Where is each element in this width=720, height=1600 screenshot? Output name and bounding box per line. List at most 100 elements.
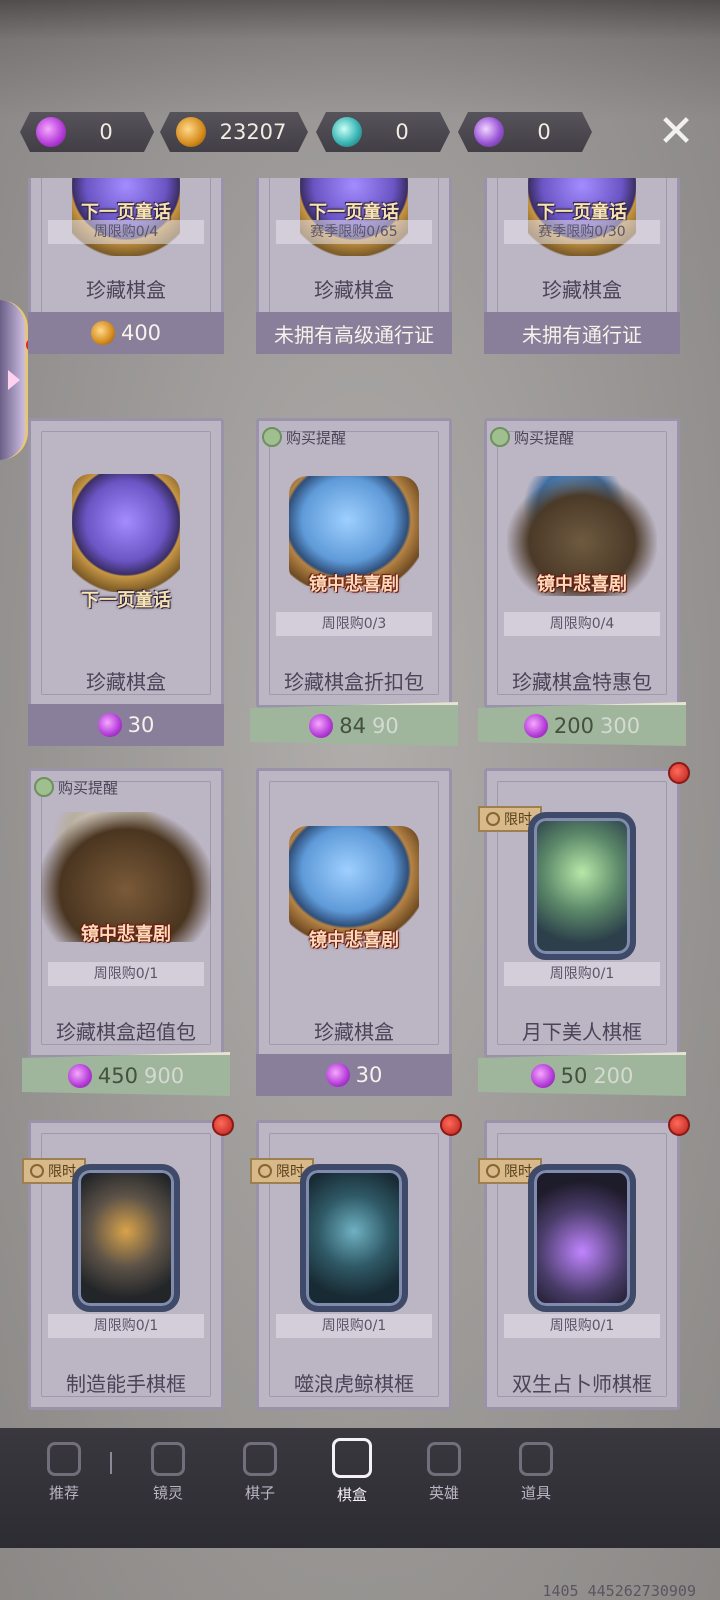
price-button[interactable]: 450 900	[22, 1052, 230, 1096]
shop-item-card[interactable]: 购买提醒 镜中悲喜剧 周限购0/1 珍藏棋盒超值包 450 900	[28, 768, 224, 1098]
teal-orb-icon	[332, 117, 362, 147]
price-discounted: 50	[560, 1063, 588, 1088]
tab-label: 棋子	[244, 1484, 275, 1502]
currency-bar: 0 23207 0 0	[20, 112, 700, 156]
candy-icon	[97, 713, 122, 737]
mask-chest-image	[289, 826, 419, 936]
tab-recommend[interactable]: 推荐	[18, 1442, 110, 1503]
shop-item-card[interactable]: 下一页童话 赛季限购0/65 珍藏棋盒 未拥有高级通行证	[256, 178, 452, 388]
item-title: 珍藏棋盒特惠包	[512, 670, 652, 694]
clock-icon	[30, 1164, 44, 1178]
purchase-limit: 周限购0/1	[504, 1314, 660, 1338]
reminder-label: 购买提醒	[514, 428, 575, 447]
purchase-limit: 周限购0/1	[504, 962, 660, 986]
price-button[interactable]: 未拥有高级通行证	[256, 312, 452, 354]
currency-value: 0	[99, 120, 113, 144]
art-caption: 下一页童话	[81, 590, 171, 611]
clock-icon	[486, 1164, 500, 1178]
currency-pumpkin[interactable]: 23207	[160, 112, 308, 152]
pumpkin-coin-icon	[90, 321, 115, 345]
price-button[interactable]: 未拥有通行证	[484, 312, 680, 354]
purple-orb-icon	[474, 117, 504, 147]
price-text: 未拥有通行证	[522, 322, 642, 347]
purchase-limit: 赛季限购0/65	[276, 220, 432, 244]
shop-item-card[interactable]: 下一页童话 珍藏棋盒 30	[28, 418, 224, 748]
shop-item-card[interactable]: 镜中悲喜剧 珍藏棋盒 30	[256, 768, 452, 1098]
currency-teal-orb[interactable]: 0	[316, 112, 450, 152]
price-value: 400	[120, 321, 162, 345]
hero-icon	[427, 1442, 461, 1476]
shop-item-card[interactable]: 限时 周限购0/1 双生占卜师棋框	[478, 1114, 690, 1420]
tab-label: 英雄	[428, 1484, 459, 1502]
price-button[interactable]: 30	[256, 1054, 452, 1096]
shop-item-card[interactable]: 购买提醒 镜中悲喜剧 周限购0/3 珍藏棋盒折扣包 84 90	[256, 418, 452, 748]
purchase-limit: 周限购0/1	[276, 1314, 432, 1338]
tab-pieces[interactable]: 棋子	[214, 1442, 306, 1503]
chess-box-icon	[332, 1438, 372, 1478]
price-value: 30	[127, 713, 155, 737]
price-button[interactable]: 30	[28, 704, 224, 746]
candy-icon	[524, 714, 548, 738]
purchase-limit: 周限购0/1	[48, 962, 204, 986]
bottom-nav: 推荐 镜灵 棋子 棋盒 英雄 道具	[0, 1428, 720, 1548]
price-button[interactable]: 84 90	[250, 702, 458, 746]
price-discounted: 450	[97, 1063, 138, 1088]
shop-item-card[interactable]: 下一页童话 周限购0/4 珍藏棋盒 400	[28, 178, 224, 388]
clock-icon	[258, 1164, 272, 1178]
shop-grid: 下一页童话 周限购0/4 珍藏棋盒 400 下一页童话 赛季限购0/65 珍藏棋…	[0, 178, 720, 1428]
currency-candy[interactable]: 0	[20, 112, 154, 152]
currency-value: 0	[395, 120, 409, 144]
robot-portrait-frame-image	[72, 1164, 180, 1312]
purchase-limit: 周限购0/1	[48, 1314, 204, 1338]
new-badge-dot	[212, 1114, 234, 1136]
elf-portrait-frame-image	[528, 812, 636, 960]
tab-mirror-spirit[interactable]: 镜灵	[122, 1442, 214, 1503]
new-badge-dot	[440, 1114, 462, 1136]
tab-label: 推荐	[48, 1484, 79, 1502]
price-original: 300	[600, 713, 641, 738]
purchase-limit: 周限购0/4	[48, 220, 204, 244]
reminder-toggle-icon	[262, 427, 282, 447]
art-caption: 镜中悲喜剧	[81, 924, 171, 945]
shop-item-card[interactable]: 限时 周限购0/1 月下美人棋框 50 200	[478, 762, 690, 1098]
twins-portrait-frame-image	[528, 1164, 636, 1312]
shop-item-card[interactable]: 下一页童话 赛季限购0/30 珍藏棋盒 未拥有通行证	[484, 178, 680, 388]
price-button[interactable]: 50 200	[478, 1052, 686, 1096]
price-discounted: 200	[553, 713, 594, 738]
currency-value: 0	[537, 120, 551, 144]
close-icon[interactable]: ✕	[656, 110, 696, 154]
item-title: 噬浪虎鲸棋框	[294, 1372, 414, 1396]
footer-code: 1405 445262730909	[542, 1582, 696, 1600]
item-title: 制造能手棋框	[66, 1372, 186, 1396]
item-title: 珍藏棋盒	[314, 278, 394, 302]
clock-icon	[486, 812, 500, 826]
price-button[interactable]: 400	[28, 312, 224, 354]
shop-item-card[interactable]: 限时 周限购0/1 制造能手棋框	[22, 1114, 234, 1420]
reminder-label: 购买提醒	[58, 778, 119, 797]
art-caption: 镜中悲喜剧	[309, 930, 399, 951]
currency-value: 23207	[219, 120, 287, 144]
candy-icon	[68, 1064, 92, 1088]
tab-chess-box[interactable]: 棋盒	[306, 1438, 398, 1505]
shop-item-card[interactable]: 限时 周限购0/1 噬浪虎鲸棋框	[250, 1114, 462, 1420]
candy-icon	[325, 1063, 350, 1087]
art-caption: 镜中悲喜剧	[537, 574, 627, 595]
reminder-toggle-icon	[34, 777, 54, 797]
recommend-icon	[47, 1442, 81, 1476]
art-caption: 镜中悲喜剧	[309, 574, 399, 595]
purchase-reminder[interactable]: 购买提醒	[34, 774, 118, 800]
item-title: 珍藏棋盒	[86, 670, 166, 694]
items-icon	[519, 1442, 553, 1476]
tab-items[interactable]: 道具	[490, 1442, 582, 1503]
price-button[interactable]: 200 300	[478, 702, 686, 746]
nav-divider	[110, 1452, 112, 1474]
purchase-reminder[interactable]: 购买提醒	[490, 424, 574, 450]
purchase-reminder[interactable]: 购买提醒	[262, 424, 346, 450]
reminder-toggle-icon	[490, 427, 510, 447]
item-title: 珍藏棋盒	[542, 278, 622, 302]
price-original: 900	[144, 1063, 185, 1088]
currency-purple-orb[interactable]: 0	[458, 112, 592, 152]
item-title: 珍藏棋盒折扣包	[284, 670, 424, 694]
tab-heroes[interactable]: 英雄	[398, 1442, 490, 1503]
shop-item-card[interactable]: 购买提醒 镜中悲喜剧 周限购0/4 珍藏棋盒特惠包 200 300	[484, 418, 680, 748]
